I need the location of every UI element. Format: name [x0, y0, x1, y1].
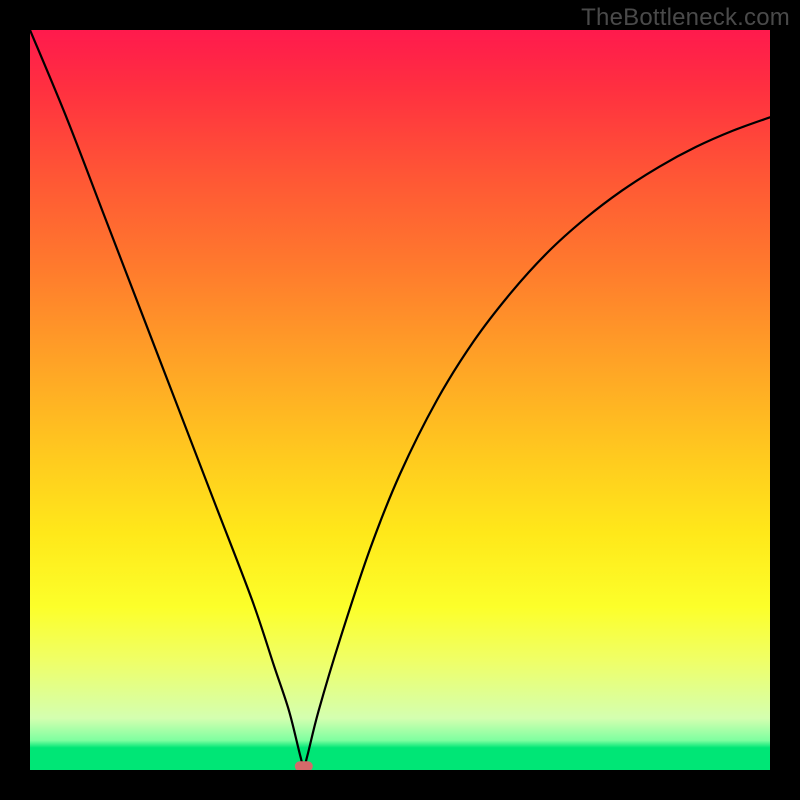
chart-svg	[30, 30, 770, 770]
chart-frame: TheBottleneck.com	[0, 0, 800, 800]
watermark-label: TheBottleneck.com	[581, 4, 790, 32]
min-marker	[295, 761, 313, 770]
bottleneck-curve	[30, 30, 770, 766]
plot-area	[30, 30, 770, 770]
